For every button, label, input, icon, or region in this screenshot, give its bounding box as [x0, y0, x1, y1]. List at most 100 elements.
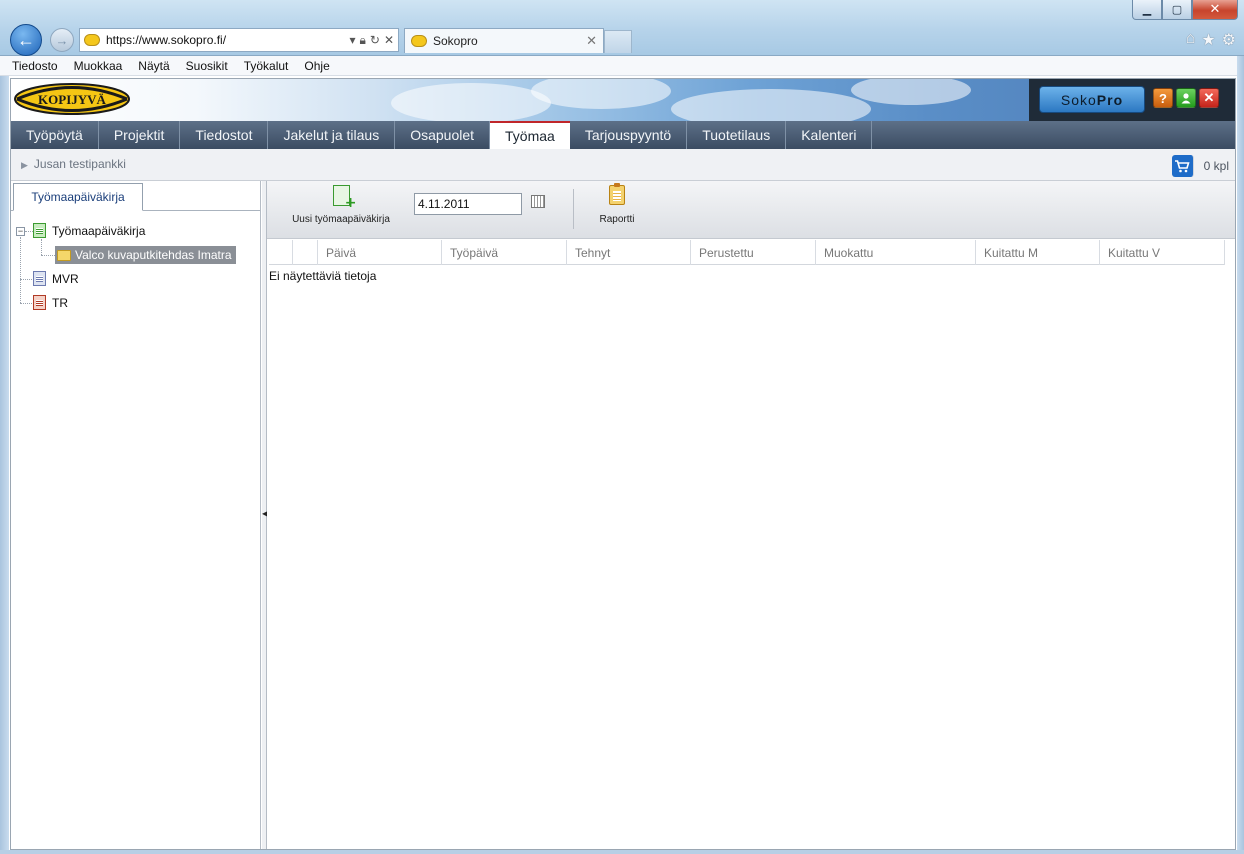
column-header-muokattu[interactable]: Muokattu [816, 240, 976, 265]
column-header-blank[interactable] [269, 240, 293, 265]
column-header-kuitattu-v[interactable]: Kuitattu V [1100, 240, 1225, 265]
tab-osapuolet[interactable]: Osapuolet [395, 121, 491, 149]
site-favicon-icon [84, 34, 100, 46]
dropdown-icon[interactable]: ▾ [349, 33, 355, 47]
lock-icon[interactable]: 🔒︎ [359, 33, 365, 48]
tree-connector [20, 303, 32, 304]
calendar-icon[interactable] [531, 195, 545, 208]
forward-button[interactable]: → [50, 28, 74, 52]
new-tab-button[interactable] [604, 30, 632, 53]
user-icon [1181, 93, 1191, 104]
window-frame-right [1237, 56, 1244, 854]
tab-tuotetilaus[interactable]: Tuotetilaus [687, 121, 787, 149]
help-button[interactable]: ? [1153, 88, 1173, 108]
minimize-button[interactable]: ▁ [1132, 0, 1162, 20]
menu-nayta[interactable]: Näytä [138, 59, 169, 73]
favorites-star-icon[interactable]: ★ [1201, 30, 1215, 50]
grid-header: Päivä Työpäivä Tehnyt Perustettu Muokatt… [269, 240, 1225, 265]
document-icon [33, 295, 46, 310]
content-panel: Uusi työmaapäiväkirja Raportti Päivä Työ… [267, 181, 1235, 849]
tab-tarjouspyynto[interactable]: Tarjouspyyntö [570, 121, 688, 149]
address-url[interactable]: https://www.sokopro.fi/ [106, 33, 345, 47]
tree-connector [41, 239, 42, 255]
tab-kalenteri[interactable]: Kalenteri [786, 121, 873, 149]
tree-connector [20, 237, 21, 303]
breadcrumb[interactable]: ▶ Jusan testipankki [21, 157, 126, 171]
column-header-kuitattu-m[interactable]: Kuitattu M [976, 240, 1100, 265]
column-header-tyopaiva[interactable]: Työpäivä [442, 240, 567, 265]
tab-close-icon[interactable]: ✕ [586, 33, 597, 49]
tab-favicon-icon [411, 35, 427, 47]
tree-node-mvr[interactable]: MVR [33, 271, 79, 286]
window-controls: ▁ ▢ ✕ [1132, 0, 1238, 20]
toolbar-separator [573, 189, 574, 229]
breadcrumb-arrow-icon: ▶ [21, 160, 28, 170]
browser-menubar: Tiedosto Muokkaa Näytä Suosikit Työkalut… [0, 56, 1244, 76]
tree-node-label[interactable]: Työmaapäiväkirja [52, 224, 145, 238]
tab-title: Sokopro [433, 34, 478, 48]
refresh-icon[interactable]: ↻ [370, 33, 380, 47]
left-tree-panel: Työmaapäiväkirja − Työmaapäiväkirja Valc… [11, 181, 261, 849]
sokopro-button[interactable]: Soko Pro [1039, 86, 1145, 113]
cart-icon[interactable] [1171, 155, 1194, 177]
tree-node-valco[interactable]: Valco kuvaputkitehdas Imatra [55, 246, 236, 264]
menu-muokkaa[interactable]: Muokkaa [74, 59, 123, 73]
tab-projektit[interactable]: Projektit [99, 121, 181, 149]
close-window-button[interactable]: ✕ [1192, 0, 1238, 20]
report-button[interactable]: Raportti [585, 183, 649, 235]
maximize-button[interactable]: ▢ [1162, 0, 1192, 20]
tree-collapse-toggle[interactable]: − [16, 227, 25, 236]
back-arrow-icon: ← [17, 29, 35, 50]
banner-cloud [531, 79, 671, 109]
tree-node-tr[interactable]: TR [33, 295, 68, 310]
tree-node-label[interactable]: TR [52, 296, 68, 310]
forward-arrow-icon: → [55, 32, 69, 48]
journal-icon [33, 223, 46, 238]
user-button[interactable] [1176, 88, 1196, 108]
tree-node-tyomaapaivakirja[interactable]: Työmaapäiväkirja [33, 223, 145, 238]
date-field[interactable] [414, 193, 522, 215]
app-banner: KOPIJYVÄ Soko Pro ? ✕ [11, 79, 1235, 121]
sokopro-label-suffix: Pro [1096, 91, 1124, 108]
address-bar[interactable]: https://www.sokopro.fi/ ▾ 🔒︎ ↻ ✕ [79, 28, 399, 52]
new-journal-button[interactable]: Uusi työmaapäiväkirja [281, 185, 401, 235]
column-header-blank[interactable] [293, 240, 318, 265]
stop-icon[interactable]: ✕ [384, 33, 394, 47]
clipboard-icon [609, 183, 625, 205]
close-icon: ✕ [1203, 90, 1215, 105]
tab-tyomaapaivakirja[interactable]: Työmaapäiväkirja [13, 183, 143, 211]
cart-count: 0 kpl [1203, 159, 1229, 173]
logout-button[interactable]: ✕ [1199, 88, 1219, 108]
back-button[interactable]: ← [10, 24, 42, 56]
sokopro-label-prefix: Soko [1060, 91, 1097, 108]
menu-ohje[interactable]: Ohje [304, 59, 329, 73]
home-icon[interactable]: ⌂ [1186, 30, 1196, 50]
menu-suosikit[interactable]: Suosikit [186, 59, 228, 73]
tree-node-label[interactable]: Valco kuvaputkitehdas Imatra [75, 248, 232, 262]
browser-tools: ⌂ ★ ⚙ [1186, 30, 1236, 50]
folder-icon [57, 249, 71, 261]
settings-gear-icon[interactable]: ⚙ [1222, 30, 1236, 50]
column-header-paiva[interactable]: Päivä [318, 240, 442, 265]
report-label: Raportti [599, 214, 635, 225]
new-document-icon [332, 185, 357, 211]
tab-tyopoyta[interactable]: Työpöytä [11, 121, 99, 149]
tree-connector [25, 231, 33, 232]
tree-connector [20, 279, 32, 280]
menu-tyokalut[interactable]: Työkalut [244, 59, 289, 73]
tab-tiedostot[interactable]: Tiedostot [180, 121, 269, 149]
tree-node-label[interactable]: MVR [52, 272, 79, 286]
browser-tab[interactable]: Sokopro ✕ [404, 28, 604, 53]
column-header-perustettu[interactable]: Perustettu [691, 240, 816, 265]
document-icon [33, 271, 46, 286]
cart-glyph-icon [1175, 160, 1190, 173]
menu-tiedosto[interactable]: Tiedosto [12, 59, 58, 73]
kopijyva-logo[interactable]: KOPIJYVÄ [13, 82, 131, 116]
breadcrumb-label[interactable]: Jusan testipankki [34, 157, 126, 171]
logo-text: KOPIJYVÄ [38, 92, 107, 107]
tab-jakelut-ja-tilaus[interactable]: Jakelut ja tilaus [268, 121, 396, 149]
column-header-tehnyt[interactable]: Tehnyt [567, 240, 691, 265]
banner-cloud [671, 89, 871, 121]
tab-tyomaa[interactable]: Työmaa [490, 121, 570, 149]
shopping-cart[interactable]: 0 kpl [1171, 155, 1229, 177]
